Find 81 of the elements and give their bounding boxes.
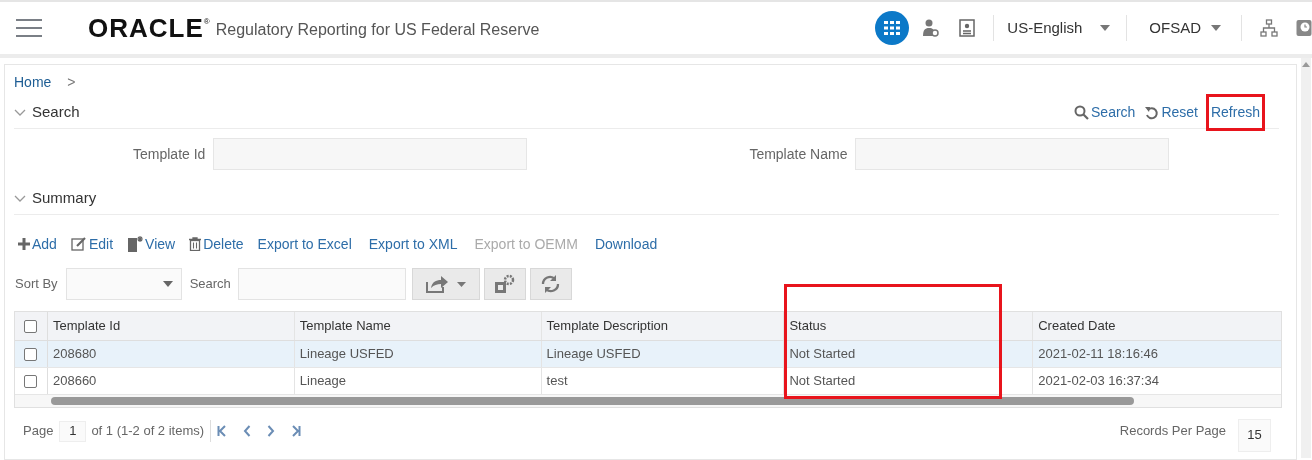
document-icon (127, 236, 144, 252)
app-title: Regulatory Reporting for US Federal Reserve (215, 20, 540, 40)
toolbar-link[interactable]: Edit (88, 233, 114, 255)
collapse-icon[interactable] (14, 194, 26, 203)
table-cell-text: Not Started (789, 345, 856, 364)
gear-icon (493, 274, 516, 294)
user-settings-icon[interactable] (923, 19, 940, 37)
trash-icon (189, 237, 202, 251)
refresh-icon (539, 274, 562, 294)
row-checkbox[interactable] (24, 347, 38, 361)
section-title: Summary (32, 188, 97, 209)
edit-icon (70, 237, 87, 251)
table-cell-text: 2021-02-11 18:16:46 (1038, 345, 1158, 364)
column-header[interactable]: Template Name (294, 312, 542, 340)
settings-button[interactable] (483, 268, 526, 300)
caret-icon (162, 281, 173, 287)
breadcrumb-separator: > (67, 72, 76, 92)
caret-icon (457, 281, 467, 287)
row-checkbox[interactable] (24, 374, 38, 388)
toolbar-link[interactable]: Download (594, 233, 658, 255)
toolbar-link[interactable]: Delete (203, 233, 244, 255)
previous-page-icon[interactable] (243, 425, 252, 437)
reset-link[interactable]: Reset (1161, 102, 1198, 123)
sort-by-label: Sort By (15, 275, 58, 294)
page-field[interactable]: 1 (59, 420, 87, 442)
table-row[interactable]: 208680 Lineage USFED Lineage USFED Not Started 2021-02-11 18:16:46 (15, 341, 1281, 368)
share-icon (425, 275, 450, 293)
column-header[interactable]: Template Id (47, 312, 295, 340)
user-dropdown[interactable]: OFSAD (1149, 16, 1221, 40)
search-link[interactable]: Search (1091, 102, 1136, 123)
hierarchy-icon[interactable] (1260, 19, 1278, 37)
clock-panel-icon[interactable] (1296, 19, 1312, 37)
table-cell-text: 2021-02-03 16:37:34 (1038, 372, 1159, 391)
registered-mark: ® (203, 16, 210, 26)
search-icon (1074, 105, 1090, 120)
column-header[interactable]: Status (784, 312, 1034, 340)
records-per-page-label: Records Per Page (1119, 422, 1226, 441)
field-label: Template Name (749, 144, 848, 164)
column-header[interactable]: Created Date (1033, 312, 1281, 340)
table-cell-text: Lineage USFED (299, 345, 394, 364)
template-id-field[interactable] (213, 138, 528, 170)
table-row[interactable]: 208660 Lineage test Not Started 2021-02-03 16:37:34 (15, 368, 1281, 395)
language-dropdown[interactable]: US-English (1007, 16, 1111, 40)
table-cell-text: Lineage (299, 372, 347, 391)
last-page-icon[interactable] (291, 425, 302, 437)
menu-icon[interactable] (16, 19, 42, 37)
table-cell-text: Not Started (789, 372, 856, 391)
page-label: Page (23, 422, 54, 441)
caret-icon (1100, 25, 1111, 31)
table-cell-text: 208660 (52, 372, 97, 391)
oracle-logo: ORACLE (88, 11, 204, 45)
home-link[interactable]: Home (14, 71, 52, 93)
first-page-icon[interactable] (217, 425, 228, 437)
toolbar-link[interactable]: Export to Excel (257, 233, 352, 255)
search-label: Search (189, 275, 231, 294)
page-count-text: of 1 (1-2 of 2 items) (91, 422, 205, 441)
export-menu-button[interactable] (411, 268, 480, 300)
next-page-icon[interactable] (267, 425, 276, 437)
section-title: Search (32, 102, 80, 123)
column-header[interactable]: Template Description (541, 312, 785, 340)
caret-icon (1211, 25, 1221, 31)
toolbar-link[interactable]: Export to XML (368, 233, 458, 255)
field-label: Template Id (133, 144, 206, 164)
refresh-link[interactable]: Refresh (1210, 102, 1260, 123)
plus-icon (18, 238, 30, 250)
select-all-checkbox[interactable] (24, 319, 38, 333)
refresh-settings-button[interactable] (529, 268, 572, 300)
toolbar-link[interactable]: Add (32, 233, 57, 255)
collapse-icon[interactable] (14, 108, 26, 117)
contact-card-icon[interactable] (959, 19, 976, 37)
scroll-up-icon[interactable] (1302, 62, 1310, 67)
toolbar-link[interactable]: View (145, 233, 176, 255)
table-cell-text: test (546, 372, 568, 391)
table-search-field[interactable] (237, 268, 406, 300)
reset-icon (1145, 105, 1160, 120)
apps-grid-icon[interactable] (875, 11, 910, 45)
table-cell-text: 208680 (52, 345, 97, 364)
records-per-page-field[interactable]: 15 (1238, 418, 1271, 452)
table-cell-text: Lineage USFED (546, 345, 641, 364)
template-name-field[interactable] (855, 138, 1170, 170)
scrollbar-thumb[interactable] (51, 397, 1134, 405)
